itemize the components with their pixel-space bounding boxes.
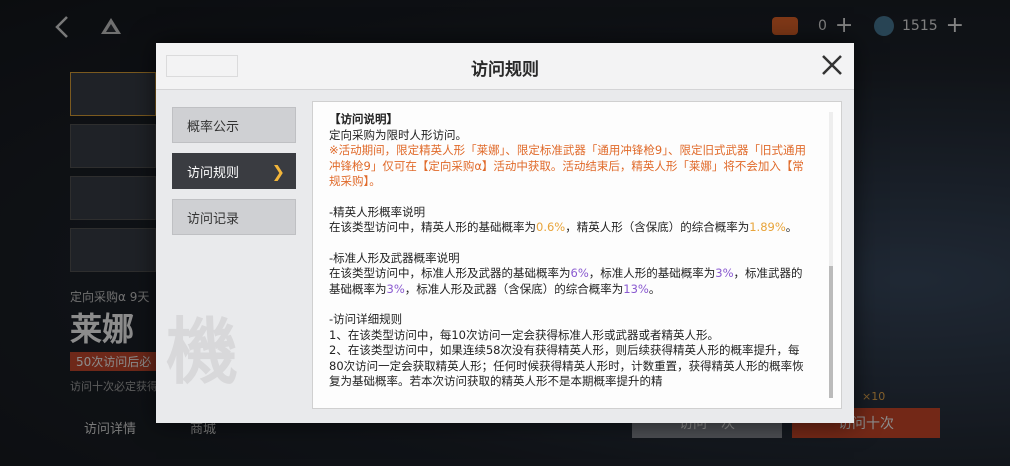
sidebar-item-label: 概率公示 [187, 119, 240, 135]
rules-modal: 访问规则 機 概率公示 访问规则 ❯ 访问记录 【访问说明】 定向采购为限时人形… [156, 43, 854, 423]
section-title: -精英人形概率说明 [329, 204, 426, 219]
rules-intro: 定向采购为限时人形访问。 [329, 127, 467, 142]
section-body: 在该类型访问中，标准人形及武器的基础概率为6%，标准人形的基础概率为3%，标准武… [329, 266, 803, 296]
rules-notice: ※活动期间，限定精英人形「莱娜」、限定标准武器「通用冲锋枪9」、限定旧式武器「旧… [329, 143, 806, 188]
section-title: -访问详细规则 [329, 312, 403, 326]
section-title: -标准人形及武器概率说明 [329, 250, 460, 265]
sidebar-item-records[interactable]: 访问记录 [172, 199, 296, 235]
sidebar-item-probability[interactable]: 概率公示 [172, 107, 296, 143]
rule-item: 1、在该类型访问中，每10次访问一定会获得标准人形或武器或者精英人形。 [329, 327, 719, 342]
sidebar-item-label: 访问规则 [187, 165, 240, 181]
modal-title: 访问规则 [471, 60, 539, 80]
sidebar-item-label: 访问记录 [187, 211, 240, 227]
rules-text: 【访问说明】 定向采购为限时人形访问。 ※活动期间，限定精英人形「莱娜」、限定标… [329, 112, 813, 390]
chevron-right-icon: ❯ [271, 161, 285, 181]
rule-item: 2、在该类型访问中，如果连续58次没有获得精英人形，则后续获得精英人形的概率提升… [329, 343, 804, 388]
close-icon[interactable] [818, 51, 846, 79]
watermark-glyph: 機 [166, 310, 239, 394]
rules-content-panel[interactable]: 【访问说明】 定向采购为限时人形访问。 ※活动期间，限定精英人形「莱娜」、限定标… [312, 101, 842, 409]
modal-sidebar: 概率公示 访问规则 ❯ 访问记录 [172, 107, 298, 245]
scrollbar-thumb[interactable] [829, 266, 833, 398]
sidebar-item-rules[interactable]: 访问规则 ❯ [172, 153, 296, 189]
modal-header: 访问规则 [156, 43, 854, 90]
rules-heading: 【访问说明】 [329, 112, 398, 126]
section-body: 在该类型访问中，精英人形的基础概率为0.6%，精英人形（含保底）的综合概率为1.… [329, 220, 798, 234]
